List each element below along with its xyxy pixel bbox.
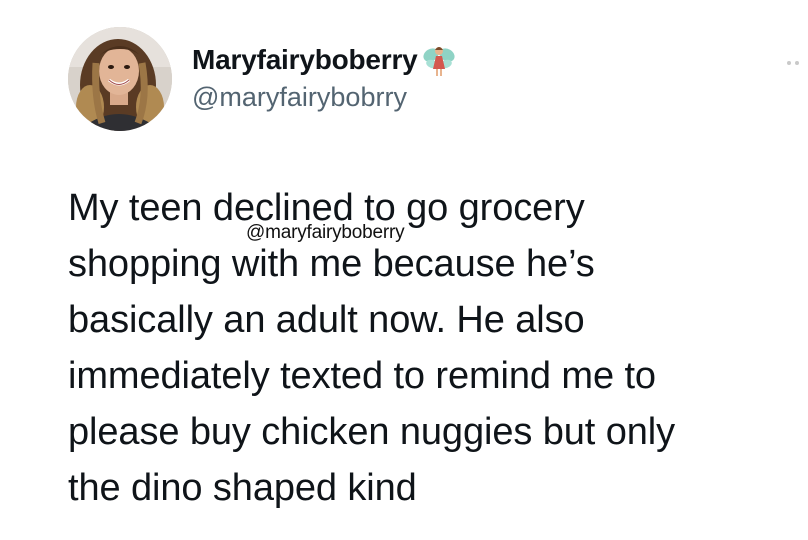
watermark: @maryfairyboberry	[246, 222, 405, 243]
avatar[interactable]	[68, 27, 172, 131]
display-name[interactable]: Maryfairyboberry	[192, 44, 418, 76]
tweet-card: Maryfairyboberry @maryfairybobrry My tee…	[0, 0, 808, 540]
handle[interactable]: @maryfairybobrry	[192, 80, 456, 114]
avatar-photo	[68, 27, 172, 131]
author-block: Maryfairyboberry @maryfairybobrry	[192, 40, 456, 114]
more-options-icon[interactable]	[786, 54, 804, 65]
fairy-emoji-icon	[422, 42, 456, 78]
tweet-text: My teen declined to go grocery shopping …	[68, 187, 676, 509]
display-name-row: Maryfairyboberry	[192, 40, 456, 80]
